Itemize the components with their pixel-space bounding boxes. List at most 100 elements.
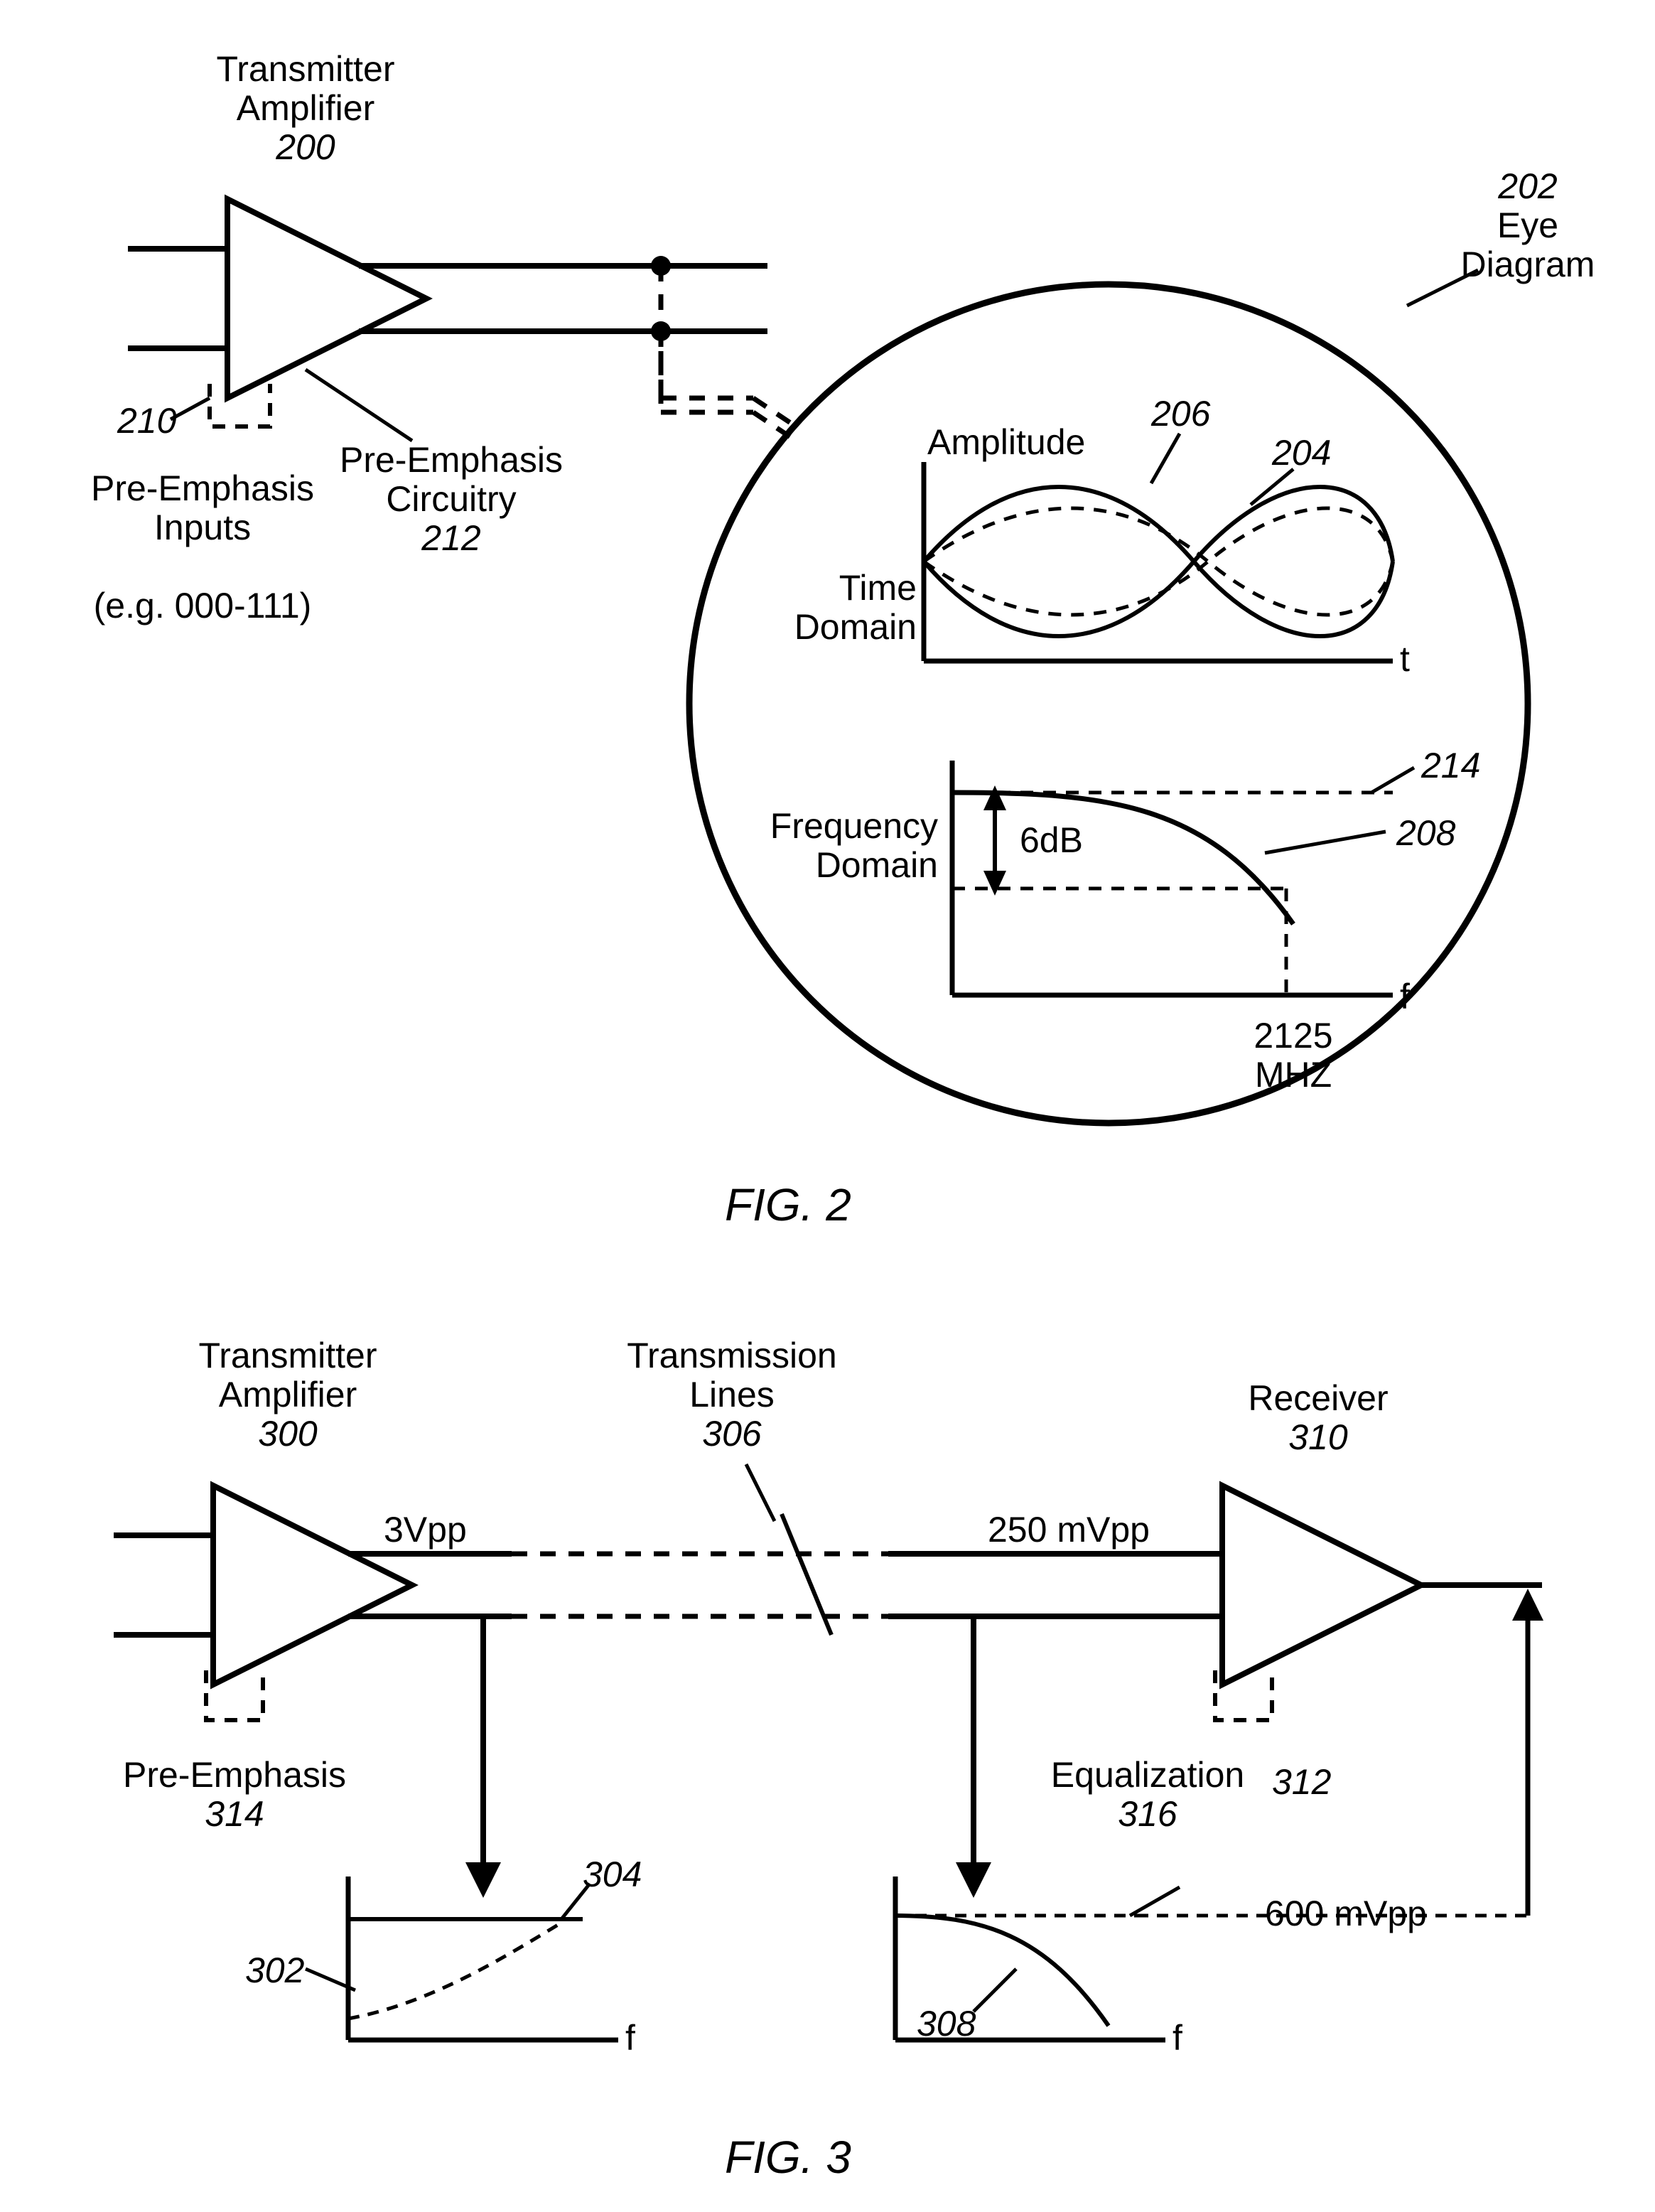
text: 208 (1396, 813, 1455, 853)
fig3-ref-308: 308 (917, 2004, 976, 2044)
text: 6dB (1020, 820, 1083, 860)
text: Domain (816, 845, 938, 885)
text: Amplifier (219, 1375, 357, 1414)
fig3-ref308-leader (974, 1969, 1016, 2012)
text: Receiver (1248, 1378, 1388, 1418)
fig3-ref-312: 312 (1272, 1763, 1331, 1802)
fig2-preemphasis-inputs-label: Pre-Emphasis Inputs (e.g. 000-111) (85, 469, 320, 626)
fig2-preemphasis-circuitry-label: Pre-Emphasis Circuitry 212 (334, 441, 568, 558)
text: Amplitude (927, 422, 1085, 462)
text: Domain (794, 607, 917, 647)
fig3-600mvpp-label: 600 mVpp (1265, 1894, 1427, 1933)
text: t (1400, 639, 1410, 679)
fig3-250mvpp-label: 250 mVpp (988, 1510, 1150, 1550)
fig3-right-arrow (956, 1616, 991, 1898)
text: Frequency (770, 806, 938, 846)
fig2-eye-diagram-label: 202 Eye Diagram (1443, 167, 1613, 284)
text: FIG. 3 (725, 2132, 851, 2183)
text: Lines (689, 1375, 775, 1414)
fig2-ref212-leader (306, 370, 412, 441)
fig3-preemphasis-label: Pre-Emphasis 314 (117, 1756, 352, 1834)
text: 200 (276, 127, 335, 167)
fig3-ref-304: 304 (583, 1855, 642, 1894)
text: f (625, 2018, 635, 2058)
fig3-3vpp-label: 3Vpp (384, 1510, 467, 1550)
text: 314 (205, 1794, 264, 1834)
fig2-freq-plot (952, 761, 1393, 995)
text: MHZ (1255, 1055, 1332, 1095)
fig2-t-axis: t (1400, 640, 1410, 679)
text: 212 (421, 518, 480, 558)
text: Pre-Emphasis (340, 440, 563, 480)
fig3-tl-label: Transmission Lines 306 (618, 1336, 846, 1454)
fig2-tx-label: Transmitter Amplifier 200 (199, 50, 412, 167)
text: f (1172, 2018, 1182, 2058)
fig2-ref-206: 206 (1151, 394, 1210, 434)
fig3-transmitter-amplifier (213, 1486, 412, 1685)
fig2-ref214-leader (1371, 768, 1414, 793)
text: Transmitter (217, 49, 395, 89)
fig2-freq-domain-label: Frequency Domain (753, 807, 938, 885)
fig2-caption: FIG. 2 (725, 1180, 851, 1230)
fig2-tap-lines (661, 266, 796, 441)
fig2-ref208-leader (1265, 832, 1386, 853)
text: FIG. 2 (725, 1179, 851, 1230)
text: Inputs (154, 508, 251, 547)
text: (e.g. 000-111) (94, 586, 312, 626)
text: 304 (583, 1854, 642, 1894)
fig2-f-axis: f (1400, 977, 1410, 1016)
text: Circuitry (386, 479, 516, 519)
text: 306 (702, 1414, 761, 1454)
fig3-output-feedback-arrow (1137, 1589, 1543, 1916)
text: Amplifier (237, 88, 374, 128)
text: Pre-Emphasis (123, 1755, 346, 1795)
text: Equalization (1051, 1755, 1244, 1795)
fig3-ref306-leader (746, 1464, 775, 1521)
fig3-ref312-leader (1130, 1887, 1180, 1916)
text: 300 (258, 1414, 317, 1454)
text: Transmission (627, 1336, 836, 1375)
fig3-receiver-amplifier (1222, 1486, 1421, 1685)
fig2-6db-label: 6dB (1020, 821, 1083, 860)
text: 316 (1118, 1794, 1177, 1834)
text: 206 (1151, 394, 1210, 434)
diagram-svg (0, 0, 1655, 2212)
text: 204 (1272, 433, 1331, 473)
fig2-ref-210: 210 (117, 402, 176, 441)
fig3-caption: FIG. 3 (725, 2132, 851, 2182)
fig3-tx-label: Transmitter Amplifier 300 (181, 1336, 394, 1454)
text: 310 (1288, 1417, 1347, 1457)
fig3-ref-302: 302 (245, 1951, 304, 1990)
fig2-ref206-leader (1151, 434, 1180, 483)
text: Transmitter (199, 1336, 377, 1375)
fig2-ref-208: 208 (1396, 814, 1455, 853)
fig3-left-arrow (465, 1616, 501, 1898)
text: 312 (1272, 1762, 1331, 1802)
text: 600 mVpp (1265, 1894, 1427, 1933)
text: 250 mVpp (988, 1510, 1150, 1550)
fig2-2125mhz-label: 2125 MHZ (1236, 1016, 1350, 1095)
text: Diagram (1461, 245, 1595, 284)
text: 302 (245, 1950, 304, 1990)
text: 202 (1498, 166, 1557, 206)
fig2-amplitude-label: Amplitude (927, 423, 1085, 462)
fig2-transmitter-amplifier (227, 199, 426, 398)
fig3-rx-label: Receiver 310 (1229, 1379, 1407, 1457)
text: Pre-Emphasis (91, 468, 314, 508)
text: 308 (917, 2004, 976, 2044)
text: Time (839, 568, 917, 608)
fig3-equalization-label: Equalization 316 (1037, 1756, 1258, 1834)
page: Transmitter Amplifier 200 210 Pre-Emphas… (0, 0, 1655, 2212)
text: f (1400, 977, 1410, 1016)
fig2-time-domain-label: Time Domain (775, 569, 917, 647)
fig2-ref-214: 214 (1421, 746, 1480, 785)
text: Eye (1497, 205, 1558, 245)
fig3-left-f-axis: f (625, 2019, 635, 2058)
fig2-ref-204: 204 (1272, 434, 1331, 473)
text: 210 (117, 401, 176, 441)
text: 214 (1421, 746, 1480, 785)
text: 3Vpp (384, 1510, 467, 1550)
text: 2125 (1254, 1016, 1332, 1056)
fig3-right-f-axis: f (1172, 2019, 1182, 2058)
fig2-time-plot (924, 462, 1393, 661)
